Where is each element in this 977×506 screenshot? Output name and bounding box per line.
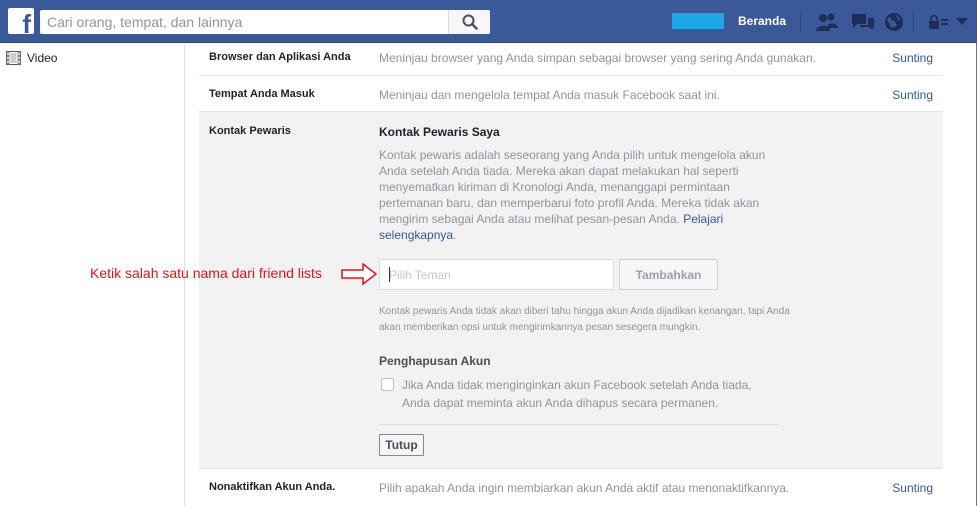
home-link[interactable]: Beranda bbox=[738, 14, 786, 28]
annotation-arrow-icon bbox=[341, 263, 377, 285]
edit-link[interactable]: Sunting bbox=[892, 88, 933, 102]
delete-account-checkbox[interactable] bbox=[381, 378, 394, 391]
section-divider bbox=[379, 424, 779, 425]
globe-icon[interactable] bbox=[884, 12, 904, 32]
sidebar-item-label: Video bbox=[27, 51, 58, 65]
search-icon bbox=[462, 14, 478, 30]
film-icon bbox=[6, 51, 21, 65]
settings-row-deactivate: Nonaktifkan Akun Anda. Pilih apakah Anda… bbox=[199, 469, 943, 506]
facebook-logo-icon[interactable]: f bbox=[8, 8, 34, 39]
search-button[interactable] bbox=[448, 10, 490, 34]
delete-account-checkbox-label: Jika Anda tidak menginginkan akun Facebo… bbox=[402, 378, 752, 410]
search-box bbox=[40, 10, 490, 34]
row-title: Tempat Anda Masuk bbox=[209, 88, 315, 100]
legacy-contact-note: Kontak pewaris Anda tidak akan diberi ta… bbox=[379, 306, 790, 333]
annotation-text: Ketik salah satu nama dari friend lists bbox=[90, 265, 322, 281]
settings-row-login-locations: Tempat Anda Masuk Meninjau dan mengelola… bbox=[199, 76, 943, 112]
edit-link[interactable]: Sunting bbox=[892, 481, 933, 495]
nav-separator bbox=[913, 12, 914, 32]
friends-icon[interactable] bbox=[815, 12, 839, 32]
choose-friend-input[interactable] bbox=[379, 259, 614, 290]
top-navigation-bar: f Beranda bbox=[0, 0, 977, 43]
search-input[interactable] bbox=[40, 10, 450, 34]
add-legacy-contact-button[interactable]: Tambahkan bbox=[619, 259, 718, 290]
section-title: Kontak Pewaris bbox=[209, 125, 291, 137]
dropdown-arrow-icon[interactable] bbox=[956, 18, 968, 26]
row-description: Pilih apakah Anda ingin membiarkan akun … bbox=[379, 481, 790, 495]
edit-link[interactable]: Sunting bbox=[892, 51, 933, 65]
messages-icon[interactable] bbox=[851, 12, 875, 32]
facebook-logo-letter: f bbox=[22, 9, 31, 39]
profile-avatar-redacted[interactable] bbox=[672, 13, 724, 29]
nav-separator bbox=[800, 12, 801, 32]
scrollbar[interactable] bbox=[958, 44, 976, 506]
row-title: Nonaktifkan Akun Anda. bbox=[209, 481, 336, 493]
row-description: Meninjau browser yang Anda simpan sebaga… bbox=[379, 51, 816, 65]
close-button[interactable]: Tutup bbox=[379, 434, 424, 456]
legacy-contact-section: Kontak Pewaris Kontak Pewaris Saya Konta… bbox=[199, 112, 943, 469]
row-title: Browser dan Aplikasi Anda bbox=[209, 51, 351, 63]
account-deletion-heading: Penghapusan Akun bbox=[379, 354, 491, 368]
privacy-icon[interactable] bbox=[929, 14, 949, 30]
description-period: . bbox=[453, 227, 457, 242]
text-caret bbox=[389, 267, 390, 282]
sidebar-item-video[interactable]: Video bbox=[6, 51, 57, 65]
row-description: Meninjau dan mengelola tempat Anda masuk… bbox=[379, 88, 720, 102]
legacy-contact-description: Kontak pewaris adalah seseorang yang And… bbox=[379, 148, 769, 243]
legacy-contact-heading: Kontak Pewaris Saya bbox=[379, 125, 500, 139]
settings-row-browsers: Browser dan Aplikasi Anda Meninjau brows… bbox=[199, 44, 943, 76]
